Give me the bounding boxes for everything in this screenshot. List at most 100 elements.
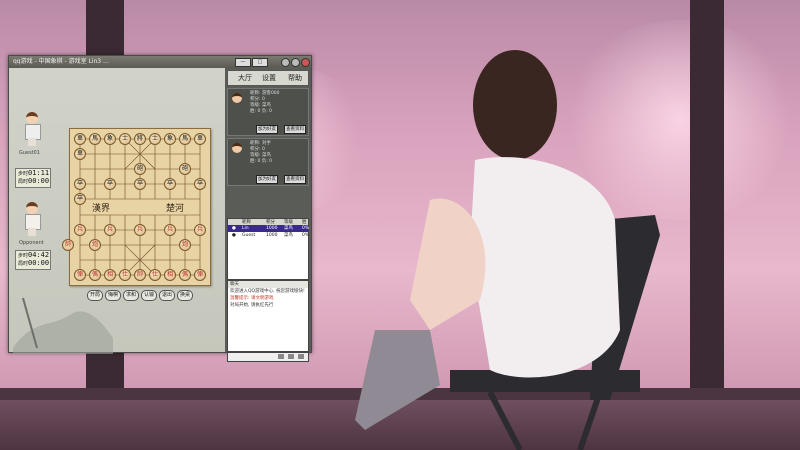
- piece-red-chariot[interactable]: 俥: [194, 269, 206, 281]
- minimize-button[interactable]: —: [235, 58, 251, 67]
- chat-header: 聊天: [228, 281, 308, 288]
- piece-black-elephant[interactable]: 象: [104, 133, 116, 145]
- piece-black-soldier[interactable]: 卒: [194, 178, 206, 190]
- add-friend-button[interactable]: 加为好友: [256, 175, 278, 184]
- chat-message: 欢迎进入QQ游戏中心, 祝您游戏愉快!: [230, 289, 305, 294]
- piece-red-soldier[interactable]: 兵: [164, 224, 176, 236]
- restore-icon[interactable]: [291, 58, 300, 67]
- change-table-button[interactable]: 换桌: [177, 290, 193, 301]
- player-score: 1000: [266, 226, 278, 231]
- piece-red-advisor[interactable]: 仕: [149, 269, 161, 281]
- river-label-right: 楚河: [166, 204, 185, 214]
- piece-red-soldier[interactable]: 兵: [104, 224, 116, 236]
- chat-message: 对局开始, 请执红先行: [230, 303, 274, 308]
- chat-message: 温馨提示: 请文明游戏: [230, 296, 274, 301]
- settings-icon[interactable]: [281, 58, 290, 67]
- piece-red-horse[interactable]: 傌: [179, 269, 191, 281]
- draw-button[interactable]: 求和: [123, 290, 139, 301]
- undo-button[interactable]: 悔棋: [105, 290, 121, 301]
- list-item[interactable]: ● Guest 1000 菜鸟 0%: [228, 232, 310, 239]
- opponent-info: 昵称: 游客000 积分: 0 等级: 菜鸟 胜: 0 负: 0: [250, 91, 280, 115]
- self-info: 昵称: 对手 积分: 0 等级: 菜鸟 胜: 0 负: 0: [250, 141, 272, 165]
- seat-panel-opponent: 昵称: 游客000 积分: 0 等级: 菜鸟 胜: 0 负: 0 加为好友 查看…: [227, 88, 309, 136]
- piece-black-soldier[interactable]: 卒: [74, 178, 86, 190]
- hair: [473, 50, 557, 160]
- top-player-avatar[interactable]: [23, 112, 41, 146]
- piece-red-cannon[interactable]: 炮: [89, 239, 101, 251]
- maximize-button[interactable]: □: [252, 58, 268, 67]
- self-record: 胜: 0 负: 0: [250, 159, 273, 164]
- piece-black-elephant[interactable]: 象: [164, 133, 176, 145]
- resign-button[interactable]: 认输: [141, 290, 157, 301]
- piece-red-soldier[interactable]: 兵: [194, 224, 206, 236]
- piece-red-captured[interactable]: 帥: [62, 239, 74, 251]
- bottom-player-name: Opponent: [19, 240, 44, 246]
- top-player-name: Guest01: [19, 150, 41, 156]
- total-time-value: 00:00: [28, 259, 50, 267]
- player-rate: 0%: [302, 233, 310, 238]
- piece-black-horse[interactable]: 馬: [179, 133, 191, 145]
- step-time-value: 04:42: [28, 251, 50, 259]
- piece-black-advisor[interactable]: 士: [119, 133, 131, 145]
- self-avatar-icon[interactable]: [232, 143, 242, 153]
- piece-black-advisor[interactable]: 士: [149, 133, 161, 145]
- emoji-icon[interactable]: [278, 354, 284, 359]
- opponent-avatar-icon[interactable]: [232, 93, 242, 103]
- player-name: Guest: [242, 233, 256, 238]
- total-time-value: 00:00: [28, 177, 50, 185]
- piece-red-elephant[interactable]: 相: [104, 269, 116, 281]
- chat-input[interactable]: [227, 352, 309, 362]
- send-icon[interactable]: [298, 354, 304, 359]
- add-friend-button[interactable]: 加为好友: [256, 125, 278, 134]
- total-time-label: 局时: [18, 179, 29, 185]
- piece-black-general[interactable]: 將: [134, 133, 146, 145]
- piece-black-cannon[interactable]: 砲: [179, 163, 191, 175]
- piece-black-soldier[interactable]: 卒: [164, 178, 176, 190]
- list-item[interactable]: ● Lin 1000 菜鸟 0%: [228, 225, 309, 232]
- exit-button[interactable]: 退出: [159, 290, 175, 301]
- player-level: 菜鸟: [284, 233, 293, 238]
- piece-red-soldier[interactable]: 兵: [74, 224, 86, 236]
- step-time-value: 01:11: [28, 169, 50, 177]
- window-titlebar[interactable]: qq游戏 - 中国象棋 - 游戏室 Lin3 ... — □: [9, 56, 311, 68]
- window-title: qq游戏 - 中国象棋 - 游戏室 Lin3 ...: [13, 58, 109, 65]
- close-icon[interactable]: [301, 58, 310, 67]
- piece-red-cannon[interactable]: 炮: [179, 239, 191, 251]
- shirt: [470, 157, 620, 378]
- top-player-timer: 步时 01:11 局时 00:00: [15, 168, 51, 188]
- piece-red-chariot[interactable]: 俥: [74, 269, 86, 281]
- piece-red-soldier[interactable]: 兵: [134, 224, 146, 236]
- piece-red-advisor[interactable]: 仕: [119, 269, 131, 281]
- step-time-label: 步时: [18, 253, 29, 259]
- opponent-record: 胜: 0 负: 0: [250, 109, 273, 114]
- user-icon: ●: [232, 233, 236, 238]
- chair-legs: [487, 390, 603, 450]
- piece-black-chariot[interactable]: 車: [194, 133, 206, 145]
- piece-black-soldier[interactable]: 卒: [74, 193, 86, 205]
- xiangqi-board[interactable]: 漢界 楚河 車 馬 象 士 將 士 象 馬 車 車 砲 砲 卒 卒 卒 卒 卒 …: [62, 128, 211, 286]
- user-icon: ●: [232, 226, 236, 231]
- piece-black-chariot[interactable]: 車: [74, 133, 86, 145]
- piece-black-horse[interactable]: 馬: [89, 133, 101, 145]
- chat-log[interactable]: 聊天 欢迎进入QQ游戏中心, 祝您游戏愉快! 温馨提示: 请文明游戏 对局开始,…: [227, 280, 309, 352]
- tab-settings[interactable]: 设置: [262, 73, 276, 83]
- font-icon[interactable]: [288, 354, 294, 359]
- river-label-left: 漢界: [92, 204, 111, 214]
- bottom-player-avatar[interactable]: [23, 202, 41, 236]
- piece-red-general[interactable]: 帥: [134, 269, 146, 281]
- game-area: Guest01 步时 01:11 局时 00:00 Opponent 步时 04…: [9, 68, 225, 354]
- piece-red-elephant[interactable]: 相: [164, 269, 176, 281]
- tab-lobby[interactable]: 大厅: [238, 73, 252, 83]
- view-profile-button[interactable]: 查看资料: [284, 125, 306, 134]
- piece-black-cannon[interactable]: 砲: [134, 163, 146, 175]
- tab-help[interactable]: 帮助: [288, 73, 302, 83]
- piece-red-horse[interactable]: 傌: [89, 269, 101, 281]
- piece-black-soldier[interactable]: 卒: [134, 178, 146, 190]
- piece-black-chariot[interactable]: 車: [74, 148, 86, 160]
- start-button[interactable]: 开局: [87, 290, 103, 301]
- chess-game-window[interactable]: qq游戏 - 中国象棋 - 游戏室 Lin3 ... — □ Guest01 步…: [8, 55, 312, 362]
- piece-black-soldier[interactable]: 卒: [104, 178, 116, 190]
- player-list[interactable]: 昵称 积分 等级 胜率 ● Lin 1000 菜鸟 0% ● Guest 100…: [227, 218, 309, 280]
- total-time-label: 局时: [18, 261, 29, 267]
- view-profile-button[interactable]: 查看资料: [284, 175, 306, 184]
